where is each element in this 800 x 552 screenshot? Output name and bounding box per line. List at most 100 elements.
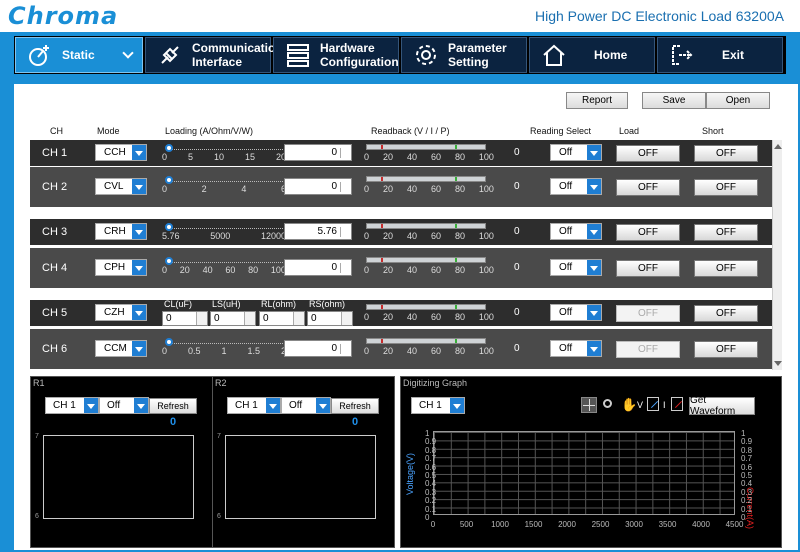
select-dropdown[interactable]: Off bbox=[550, 340, 602, 357]
loading-value-input[interactable]: 0 bbox=[284, 340, 352, 357]
tick-label: 0 bbox=[364, 312, 370, 322]
mode-select[interactable]: CVL bbox=[95, 178, 147, 195]
dropdown-arrow-icon[interactable] bbox=[450, 398, 464, 413]
dropdown-arrow-icon[interactable] bbox=[316, 398, 330, 413]
scroll-down-icon[interactable] bbox=[774, 361, 782, 370]
dropdown-arrow-icon[interactable] bbox=[587, 224, 601, 239]
nav-home[interactable]: Home bbox=[529, 37, 655, 73]
zoom-icon[interactable] bbox=[603, 399, 612, 408]
r1-state-select[interactable]: Off bbox=[99, 397, 149, 414]
mode-select[interactable]: CCH bbox=[95, 144, 147, 161]
tick-label: 80 bbox=[454, 184, 465, 194]
slider-thumb[interactable] bbox=[165, 223, 173, 231]
dropdown-arrow-icon[interactable] bbox=[266, 398, 280, 413]
select-dropdown[interactable]: Off bbox=[550, 144, 602, 161]
load-toggle-button[interactable]: OFF bbox=[616, 224, 680, 241]
loading-slider[interactable] bbox=[165, 336, 283, 346]
col-header-ch: CH bbox=[50, 126, 63, 136]
short-toggle-button[interactable]: OFF bbox=[694, 305, 758, 322]
r2-channel-select[interactable]: CH 1 bbox=[227, 397, 281, 414]
dropdown-arrow-icon[interactable] bbox=[587, 305, 601, 320]
mode-select[interactable]: CCM bbox=[95, 340, 147, 357]
dropdown-arrow-icon[interactable] bbox=[132, 305, 146, 320]
loading-value-input[interactable]: 0 bbox=[284, 178, 352, 195]
select-dropdown[interactable]: Off bbox=[550, 259, 602, 276]
loading-slider[interactable] bbox=[165, 221, 283, 231]
tick-label: 20 bbox=[382, 265, 393, 275]
slider-thumb[interactable] bbox=[165, 144, 173, 152]
slider-thumb[interactable] bbox=[165, 338, 173, 346]
slider-thumb[interactable] bbox=[165, 257, 173, 265]
dropdown-arrow-icon[interactable] bbox=[587, 341, 601, 356]
report-button[interactable]: Report bbox=[566, 92, 628, 109]
r2-refresh-button[interactable]: Refresh bbox=[331, 398, 379, 414]
select-dropdown[interactable]: Off bbox=[550, 178, 602, 195]
loading-value-input[interactable]: 5.76 bbox=[284, 223, 352, 240]
r1-plot-area bbox=[43, 435, 194, 519]
load-toggle-button[interactable]: OFF bbox=[616, 305, 680, 322]
reading-value: 0 bbox=[514, 343, 520, 354]
czh-rl-input[interactable]: 0 bbox=[259, 311, 305, 326]
load-toggle-button[interactable]: OFF bbox=[616, 260, 680, 277]
r1-refresh-button[interactable]: Refresh bbox=[149, 398, 197, 414]
nav-exit[interactable]: Exit bbox=[657, 37, 783, 73]
tick-label: 0 bbox=[162, 265, 168, 275]
loading-slider[interactable] bbox=[165, 174, 283, 184]
czh-ls-input[interactable]: 0 bbox=[210, 311, 256, 326]
dropdown-arrow-icon[interactable] bbox=[134, 398, 148, 413]
x-tick: 500 bbox=[459, 520, 474, 529]
dropdown-arrow-icon[interactable] bbox=[132, 224, 146, 239]
r1-channel-select[interactable]: CH 1 bbox=[45, 397, 99, 414]
get-waveform-button[interactable]: Get Waveform bbox=[689, 395, 755, 417]
crosshair-icon[interactable] bbox=[581, 397, 597, 413]
hand-pan-icon[interactable]: ✋ bbox=[621, 397, 637, 413]
mode-select[interactable]: CPH bbox=[95, 259, 147, 276]
short-toggle-button[interactable]: OFF bbox=[694, 260, 758, 277]
short-toggle-button[interactable]: OFF bbox=[694, 224, 758, 241]
nav-parameter-setting[interactable]: Parameter Setting bbox=[401, 37, 527, 73]
dropdown-arrow-icon[interactable] bbox=[587, 179, 601, 194]
voltage-trace-icon[interactable] bbox=[647, 397, 659, 411]
slider-thumb[interactable] bbox=[165, 176, 173, 184]
load-toggle-button[interactable]: OFF bbox=[616, 341, 680, 358]
dropdown-arrow-icon[interactable] bbox=[132, 260, 146, 275]
tick-label: 20 bbox=[382, 152, 393, 162]
dropdown-arrow-icon[interactable] bbox=[587, 145, 601, 160]
czh-cl-input[interactable]: 0 bbox=[162, 311, 208, 326]
vertical-scrollbar[interactable] bbox=[772, 140, 782, 370]
select-value: Off bbox=[559, 307, 573, 318]
col-header-select: Select bbox=[566, 126, 592, 136]
short-toggle-button[interactable]: OFF bbox=[694, 341, 758, 358]
czh-rs-input[interactable]: 0 bbox=[307, 311, 353, 326]
select-dropdown[interactable]: Off bbox=[550, 304, 602, 321]
slider-tick-labels: 0 20 40 60 80 100 bbox=[162, 265, 286, 275]
open-button[interactable]: Open bbox=[706, 92, 770, 109]
mode-select[interactable]: CZH bbox=[95, 304, 147, 321]
dropdown-arrow-icon[interactable] bbox=[84, 398, 98, 413]
dropdown-arrow-icon[interactable] bbox=[132, 341, 146, 356]
short-toggle-button[interactable]: OFF bbox=[694, 145, 758, 162]
loading-slider[interactable] bbox=[165, 255, 283, 265]
loading-slider[interactable] bbox=[165, 142, 283, 152]
scroll-up-icon[interactable] bbox=[774, 140, 782, 149]
channel-label: CH 1 bbox=[42, 147, 68, 159]
loading-value-input[interactable]: 0 bbox=[284, 144, 352, 161]
tick-label: 40 bbox=[406, 346, 417, 356]
tick-label: 0 bbox=[162, 184, 168, 194]
digitizing-channel-select[interactable]: CH 1 bbox=[411, 397, 465, 414]
select-dropdown[interactable]: Off bbox=[550, 223, 602, 240]
dropdown-arrow-icon[interactable] bbox=[587, 260, 601, 275]
save-button[interactable]: Save bbox=[642, 92, 706, 109]
dropdown-arrow-icon[interactable] bbox=[132, 179, 146, 194]
load-toggle-button[interactable]: OFF bbox=[616, 145, 680, 162]
dropdown-arrow-icon[interactable] bbox=[132, 145, 146, 160]
nav-static[interactable]: Static bbox=[15, 37, 143, 73]
nav-communication-interface[interactable]: Communication Interface bbox=[145, 37, 283, 73]
r2-state-select[interactable]: Off bbox=[281, 397, 331, 414]
loading-value-input[interactable]: 0 bbox=[284, 259, 352, 276]
current-trace-icon[interactable] bbox=[671, 397, 683, 411]
mode-select[interactable]: CRH bbox=[95, 223, 147, 240]
short-toggle-button[interactable]: OFF bbox=[694, 179, 758, 196]
load-toggle-button[interactable]: OFF bbox=[616, 179, 680, 196]
nav-hardware-configuration[interactable]: Hardware Configuration bbox=[273, 37, 399, 73]
